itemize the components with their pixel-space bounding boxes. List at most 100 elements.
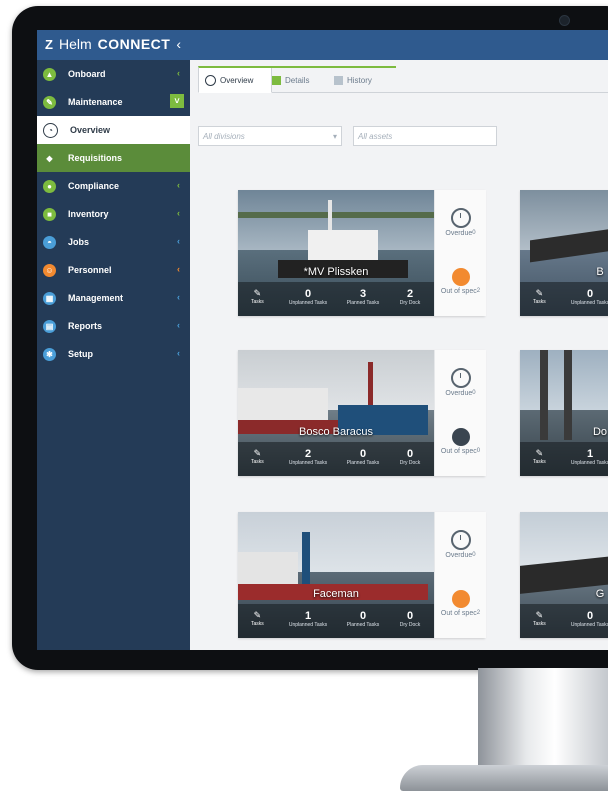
sidebar-item-label: Onboard (68, 69, 106, 79)
gauge-icon (451, 428, 470, 446)
tab-label: History (347, 75, 372, 85)
vessel-status-panel: Overdue0 Out of spec0 (434, 350, 486, 476)
vessel-photo: Faceman ✎ Tasks 1 Unplanned Tasks 0 Planned… (238, 512, 434, 638)
sidebar-item-label: Setup (68, 349, 94, 359)
vessel-card[interactable]: Faceman ✎ Tasks 1 Unplanned Tasks 0 Planned… (238, 512, 486, 638)
out-of-spec-indicator[interactable]: Out of spec2 (435, 590, 486, 617)
out-of-spec-indicator[interactable]: Out of spec0 (435, 428, 486, 455)
tab-overview[interactable]: Overview (198, 66, 272, 93)
app-screen: Z Helm CONNECT ‹ ▲ Onboard ‹ ✎ Maintenan… (37, 30, 608, 650)
divisions-select[interactable]: All divisions ▾ (198, 126, 342, 146)
app-logo[interactable]: Z Helm CONNECT ‹ (45, 36, 181, 52)
assets-placeholder: All assets (358, 131, 393, 141)
overdue-indicator[interactable]: Overdue0 (435, 368, 486, 397)
sidebar-item-label: Requisitions (68, 153, 123, 163)
vessel-photo: B ✎ Tasks 0 Unplanned Tasks (520, 190, 608, 316)
helmet-icon: ◓ (43, 235, 56, 249)
tab-label: Overview (220, 75, 254, 85)
tasks-icon: ✎ Tasks (533, 288, 546, 305)
dry-dock-stat: 2 Dry Dock (399, 288, 421, 306)
chevron-left-icon: ‹ (177, 68, 180, 78)
vessel-card[interactable]: G ✎ Tasks 0 Unplanned Tasks (520, 512, 608, 638)
sidebar-item-requisitions[interactable]: ◆ Requisitions (37, 144, 190, 172)
clock-icon (450, 208, 471, 228)
sidebar-item-overview[interactable]: ◔ Overview (37, 116, 190, 144)
sidebar-item-label: Jobs (68, 237, 90, 247)
clock-icon (450, 530, 471, 550)
grid-icon: ▦ (43, 291, 56, 305)
main-content: Overview Details History All divisions ▾… (190, 60, 608, 650)
sidebar-item-onboard[interactable]: ▲ Onboard ‹ (37, 60, 190, 88)
sidebar-item-maintenance[interactable]: ✎ Maintenance ˅ (37, 88, 190, 116)
overdue-indicator[interactable]: Overdue0 (435, 208, 486, 237)
divisions-placeholder: All divisions (203, 131, 245, 141)
vessel-name: Do (592, 426, 608, 438)
vessel-card[interactable]: Bosco Baracus ✎ Tasks 2 Unplanned Tasks 0P… (238, 350, 486, 476)
vessel-name: Bosco Baracus (299, 426, 373, 438)
sidebar-item-label: Maintenance (68, 97, 123, 107)
vessel-photo: G ✎ Tasks 0 Unplanned Tasks (520, 512, 608, 638)
assets-select[interactable]: All assets (353, 126, 497, 146)
box-icon: ■ (43, 207, 56, 221)
logo-text-connect: CONNECT (97, 36, 171, 52)
tag-icon: ◆ (43, 151, 56, 165)
collapse-sidebar-icon[interactable]: ‹ (176, 36, 181, 52)
logo-text-helm: Helm (58, 36, 92, 52)
report-icon: ▤ (43, 319, 56, 333)
gear-icon: ✱ (43, 347, 56, 361)
tasks-icon: ✎ Tasks (251, 610, 264, 627)
sidebar-item-inventory[interactable]: ■ Inventory ‹ (37, 200, 190, 228)
sidebar-item-label: Compliance (68, 181, 120, 191)
out-of-spec-indicator[interactable]: Out of spec2 (435, 268, 486, 295)
grid-icon (272, 75, 281, 85)
sidebar-item-setup[interactable]: ✱ Setup ‹ (37, 340, 190, 368)
unplanned-tasks-stat: 0 Unplanned Tasks (570, 610, 608, 628)
unplanned-tasks-stat: 2 Unplanned Tasks (288, 448, 328, 466)
clock-icon (450, 368, 471, 388)
vessel-card[interactable]: *MV Plissken ✎ Tasks 0 Unplanned Tasks 3 Pl… (238, 190, 486, 316)
sidebar-item-compliance[interactable]: ● Compliance ‹ (37, 172, 190, 200)
planned-tasks-stat: 0 Planned Tasks (346, 448, 380, 466)
vessel-name: Faceman (313, 588, 359, 600)
vessel-name: G (595, 588, 605, 600)
top-bar: Z Helm CONNECT ‹ (37, 30, 608, 60)
tasks-icon: ✎ Tasks (251, 288, 264, 305)
sidebar-item-label: Personnel (68, 265, 112, 275)
chevron-left-icon: ‹ (177, 180, 180, 190)
tasks-icon: ✎ Tasks (533, 448, 546, 465)
overdue-indicator[interactable]: Overdue0 (435, 530, 486, 559)
vessel-card[interactable]: Do ✎ Tasks 1 Unplanned Tasks (520, 350, 608, 476)
chevron-left-icon: ‹ (177, 208, 180, 218)
chevron-down-icon: ▾ (332, 131, 337, 141)
vessel-card[interactable]: B ✎ Tasks 0 Unplanned Tasks (520, 190, 608, 316)
sidebar: ▲ Onboard ‹ ✎ Maintenance ˅ ◔ Overview ◆… (37, 60, 190, 650)
planned-tasks-stat: 0 Planned Tasks (346, 610, 380, 628)
gauge-icon: ◔ (43, 122, 58, 138)
dry-dock-stat: 0 Dry Dock (399, 610, 421, 628)
sidebar-item-label: Reports (68, 321, 103, 331)
shield-icon: ● (43, 179, 56, 193)
ship-icon: ▲ (43, 67, 56, 81)
chevron-left-icon: ‹ (177, 320, 180, 330)
sidebar-item-personnel[interactable]: ☺ Personnel ‹ (37, 256, 190, 284)
unplanned-tasks-stat: 1 Unplanned Tasks (288, 610, 328, 628)
tab-bar: Overview Details History (198, 66, 608, 93)
unplanned-tasks-stat: 0 Unplanned Tasks (288, 288, 328, 306)
sidebar-item-label: Management (68, 293, 124, 303)
monitor-stand-base (400, 765, 608, 791)
tasks-icon: ✎ Tasks (533, 610, 546, 627)
vessel-status-panel: Overdue0 Out of spec2 (434, 190, 486, 316)
chevron-down-icon[interactable]: ˅ (170, 94, 184, 108)
sidebar-item-management[interactable]: ▦ Management ‹ (37, 284, 190, 312)
tab-history[interactable]: History (328, 66, 396, 92)
chevron-left-icon: ‹ (177, 236, 180, 246)
sidebar-item-label: Inventory (68, 209, 109, 219)
vessel-photo: Bosco Baracus ✎ Tasks 2 Unplanned Tasks 0P… (238, 350, 434, 476)
tab-details[interactable]: Details (266, 66, 334, 92)
wrench-icon: ✎ (43, 95, 56, 109)
monitor-stand-neck (478, 668, 608, 778)
sidebar-item-jobs[interactable]: ◓ Jobs ‹ (37, 228, 190, 256)
people-icon: ☺ (43, 263, 56, 277)
chevron-left-icon: ‹ (177, 348, 180, 358)
sidebar-item-reports[interactable]: ▤ Reports ‹ (37, 312, 190, 340)
